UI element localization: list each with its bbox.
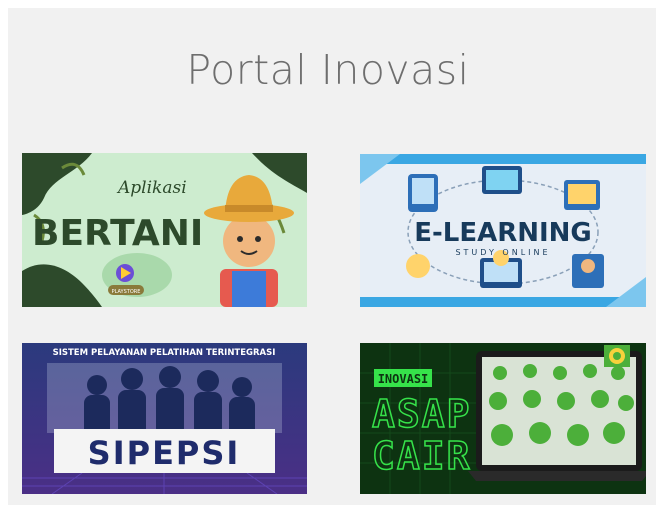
card-asap-cair[interactable]: INOVASI ASAP CAIR bbox=[360, 343, 646, 494]
card-elearning[interactable]: E-LEARNING STUDY ONLINE bbox=[360, 154, 646, 307]
asap-cair-banner: INOVASI ASAP CAIR bbox=[360, 343, 646, 494]
card-sipepsi[interactable]: SISTEM PELAYANAN PELATIHAN TERINTEGRASI … bbox=[22, 343, 307, 494]
elearning-headline: E-LEARNING bbox=[414, 218, 592, 248]
bertani-script-text: Aplikasi bbox=[116, 178, 187, 198]
elearning-subline: STUDY ONLINE bbox=[455, 248, 550, 257]
sipepsi-top-text: SISTEM PELAYANAN PELATIHAN TERINTEGRASI bbox=[53, 348, 276, 358]
asap-tag-text: INOVASI bbox=[378, 372, 429, 386]
asap-line2: CAIR bbox=[372, 434, 472, 478]
bertani-headline: BERTANI bbox=[32, 213, 203, 254]
card-bertani[interactable]: Aplikasi BERTANI PLAYSTORE bbox=[22, 153, 307, 307]
page-title: Portal Inovasi bbox=[186, 46, 470, 94]
sipepsi-banner: SISTEM PELAYANAN PELATIHAN TERINTEGRASI … bbox=[22, 343, 307, 494]
sipepsi-headline: SIPEPSI bbox=[88, 434, 241, 472]
asap-line1: ASAP bbox=[372, 392, 472, 436]
bertani-banner: Aplikasi BERTANI PLAYSTORE bbox=[22, 153, 307, 307]
bertani-badge-text: PLAYSTORE bbox=[112, 289, 141, 295]
laptop-illustration bbox=[468, 351, 646, 481]
elearning-banner: E-LEARNING STUDY ONLINE bbox=[360, 154, 646, 307]
